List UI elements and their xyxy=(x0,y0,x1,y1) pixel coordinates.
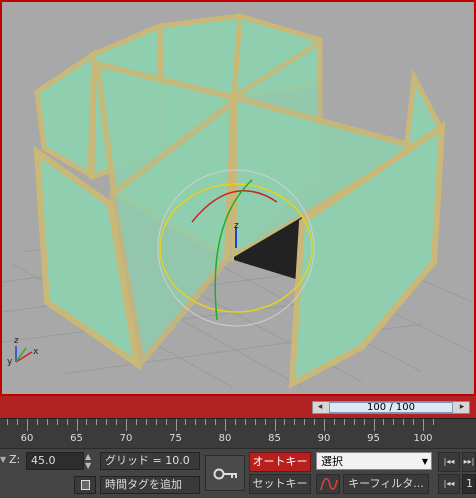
time-slider-track[interactable]: ◂ 100 / 100 ▸ xyxy=(312,401,470,414)
ruler-major-tick xyxy=(76,419,78,431)
ruler-frame-label: 75 xyxy=(169,433,182,444)
selection-lock-button[interactable] xyxy=(74,476,96,494)
time-slider-bar[interactable]: ◂ 100 / 100 ▸ xyxy=(0,396,476,418)
ruler-minor-tick xyxy=(353,419,355,425)
ruler-major-tick xyxy=(175,419,177,431)
slider-prev-icon[interactable]: ◂ xyxy=(313,402,327,413)
axis-z-label: z xyxy=(14,336,19,346)
ruler-major-tick xyxy=(126,419,127,431)
ruler-minor-tick xyxy=(363,419,365,425)
gizmo-z-label: z xyxy=(234,221,239,231)
axis-x-label: x xyxy=(33,347,39,357)
ruler-minor-tick xyxy=(195,419,197,425)
z-spinner-down[interactable]: ▼ xyxy=(85,461,91,470)
ruler-major-tick xyxy=(225,419,226,431)
status-bar: ▼ Z: 45.0 ▲ ▼ グリッド = 10.0 時間タグを追加 オートキー … xyxy=(0,448,476,498)
ruler-minor-tick xyxy=(383,419,385,425)
ruler-major-tick xyxy=(373,419,375,431)
z-spinner-up[interactable]: ▲ xyxy=(85,452,91,461)
axis-y-label: y xyxy=(7,357,13,367)
booth-model xyxy=(33,12,446,390)
ruler-minor-tick xyxy=(86,419,88,425)
ruler-minor-tick xyxy=(284,419,286,425)
current-frame-field[interactable]: 1 xyxy=(462,474,476,494)
key-icon xyxy=(213,468,237,480)
ruler-minor-tick xyxy=(96,419,98,425)
z-coord-label: Z: xyxy=(9,453,21,466)
auto-key-button[interactable]: オートキー xyxy=(249,452,311,472)
ruler-minor-tick xyxy=(46,419,48,425)
ruler-minor-tick xyxy=(36,419,38,425)
ruler-major-tick xyxy=(27,419,28,431)
set-key-mode-button[interactable] xyxy=(205,455,245,491)
ruler-major-tick xyxy=(324,419,325,431)
grid-display: グリッド = 10.0 xyxy=(100,452,200,470)
ruler-minor-tick xyxy=(165,419,167,425)
track-bar-ruler[interactable]: 60 65 70 75 80 85 90 95 100 xyxy=(0,418,476,449)
add-time-tag-field[interactable]: 時間タグを追加 xyxy=(100,476,200,494)
ruler-minor-tick xyxy=(17,419,19,425)
ruler-minor-tick xyxy=(294,419,296,425)
ruler-frame-label: 60 xyxy=(20,433,34,444)
ruler-frame-label: 85 xyxy=(268,433,281,444)
ruler-minor-tick xyxy=(264,419,266,425)
perspective-viewport[interactable]: z y z x xyxy=(0,0,476,396)
ruler-minor-tick xyxy=(333,419,335,425)
ruler-frame-label: 95 xyxy=(367,433,380,444)
goto-start-icon[interactable]: |◂◂ xyxy=(438,474,460,494)
ruler-minor-tick xyxy=(7,419,9,425)
goto-start-icon[interactable]: |◂◂ xyxy=(438,452,460,472)
ruler-minor-tick xyxy=(155,419,157,425)
ruler-minor-tick xyxy=(413,419,415,425)
selection-dropdown[interactable]: 選択 ▼ xyxy=(316,452,432,470)
goto-end-icon[interactable]: ▸▸| xyxy=(462,452,476,472)
ruler-minor-tick xyxy=(185,419,187,425)
ruler-minor-tick xyxy=(403,419,405,425)
ruler-minor-tick xyxy=(135,419,137,425)
ruler-frame-label: 100 xyxy=(413,433,433,444)
set-key-button[interactable]: セットキー xyxy=(249,474,311,494)
z-coord-field[interactable]: 45.0 xyxy=(26,452,84,470)
curve-editor-icon xyxy=(320,478,338,491)
ruler-frame-label: 65 xyxy=(70,433,83,444)
ruler-minor-tick xyxy=(234,419,236,425)
viewport-scene: z y z x xyxy=(2,12,473,390)
ruler-minor-tick xyxy=(106,419,108,425)
ruler-frame-label: 90 xyxy=(317,433,331,444)
time-slider-thumb[interactable]: 100 / 100 xyxy=(329,402,453,413)
ruler-minor-tick xyxy=(343,419,345,425)
ruler-minor-tick xyxy=(205,419,207,425)
key-filter-button[interactable]: キーフィルタ... xyxy=(343,474,429,494)
ruler-minor-tick xyxy=(304,419,306,425)
ruler-minor-tick xyxy=(66,419,68,425)
curve-editor-button[interactable] xyxy=(316,474,340,494)
ruler-minor-tick xyxy=(314,419,316,425)
chevron-down-icon: ▼ xyxy=(421,457,428,466)
ruler-major-tick xyxy=(423,419,424,431)
ruler-frame-label: 80 xyxy=(218,433,232,444)
spinner-icon[interactable]: ▼ xyxy=(0,451,8,469)
ruler-minor-tick xyxy=(215,419,217,425)
selection-lock-icon xyxy=(81,480,90,490)
ruler-minor-tick xyxy=(393,419,395,425)
ruler-minor-tick xyxy=(56,419,58,425)
ruler-minor-tick xyxy=(244,419,246,425)
ruler-minor-tick xyxy=(116,419,118,425)
ruler-minor-tick xyxy=(432,419,434,425)
selection-dropdown-value: 選択 xyxy=(321,455,343,468)
slider-next-icon[interactable]: ▸ xyxy=(455,402,469,413)
ruler-minor-tick xyxy=(145,419,147,425)
ruler-major-tick xyxy=(274,419,276,431)
ruler-minor-tick xyxy=(254,419,256,425)
ruler-frame-label: 70 xyxy=(119,433,133,444)
